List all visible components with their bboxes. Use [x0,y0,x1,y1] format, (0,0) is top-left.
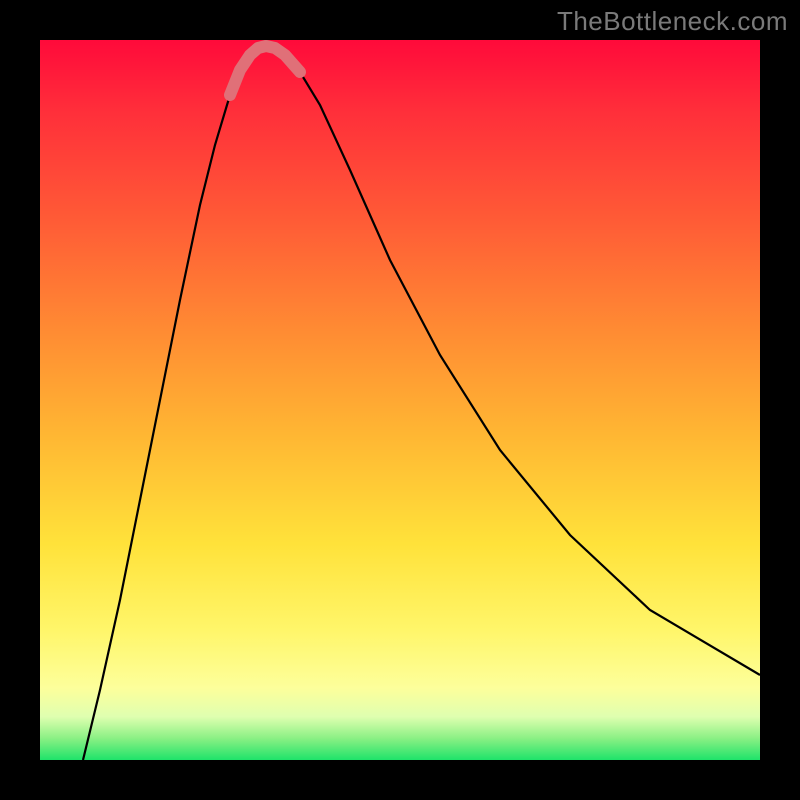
curve-svg [40,40,760,760]
main-curve [83,46,760,760]
watermark-text: TheBottleneck.com [557,6,788,37]
plot-area [40,40,760,760]
chart-frame: TheBottleneck.com [0,0,800,800]
valley-highlight [230,46,300,95]
